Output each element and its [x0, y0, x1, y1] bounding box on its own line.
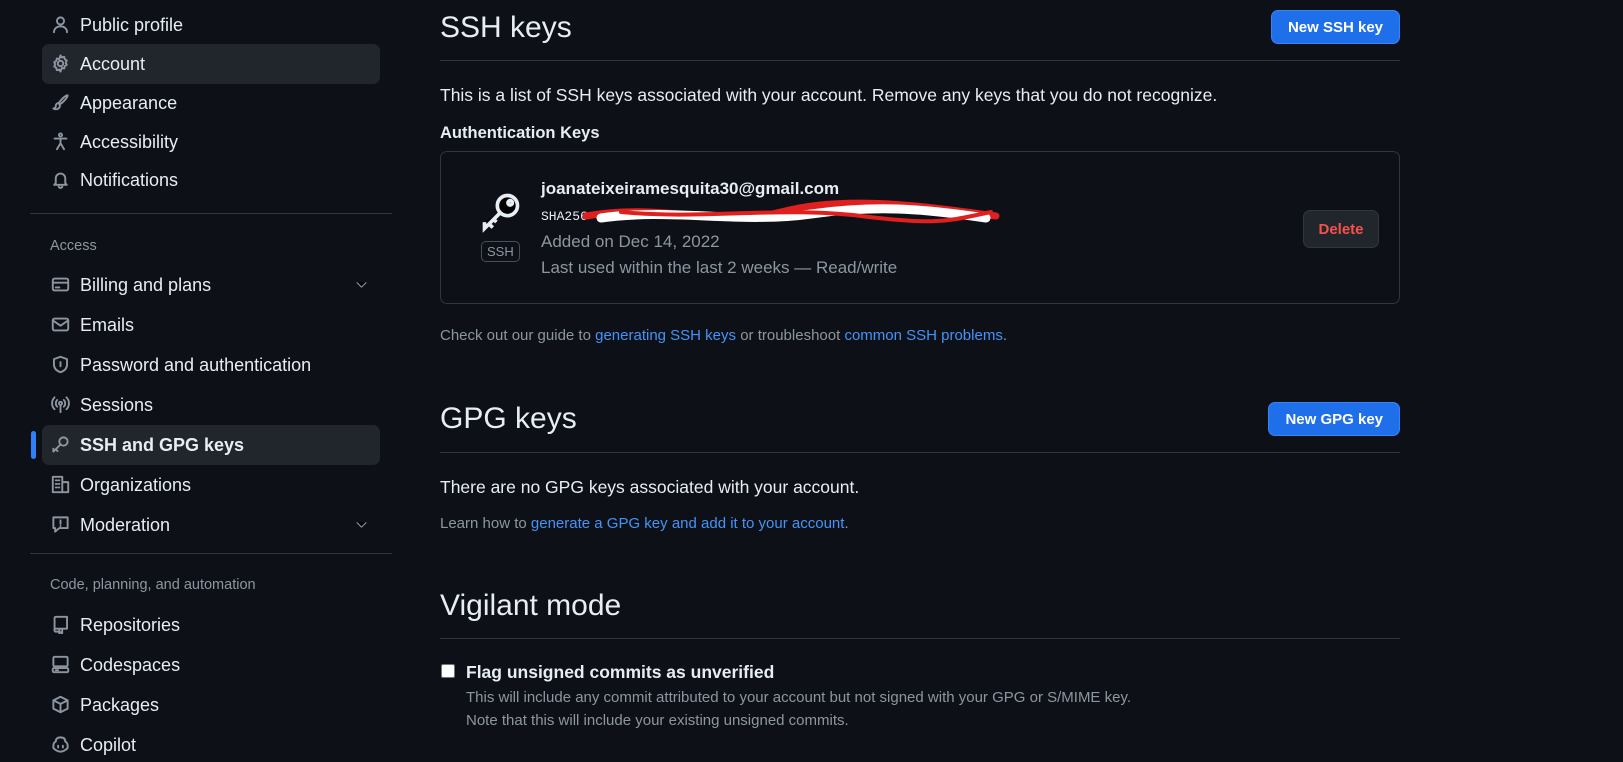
sidebar-item-accessibility[interactable]: Accessibility — [42, 122, 380, 162]
sidebar-item-billing[interactable]: Billing and plans — [42, 265, 380, 305]
ssh-key-added: Added on Dec 14, 2022 — [541, 232, 720, 251]
sidebar-item-emails[interactable]: Emails — [42, 305, 380, 345]
new-ssh-key-button[interactable]: New SSH key — [1270, 10, 1400, 44]
generate-gpg-key-link[interactable]: generate a GPG key and add it to your ac… — [531, 515, 845, 532]
sidebar-item-appearance[interactable]: Appearance — [42, 83, 380, 123]
sidebar-item-sessions[interactable]: Sessions — [42, 385, 380, 425]
sidebar-item-label: Sessions — [80, 395, 154, 415]
vigilant-desc-1: This will include any commit attributed … — [466, 689, 1132, 706]
sidebar-item-label: Accessibility — [80, 132, 179, 152]
sidebar-item-account[interactable]: Account — [42, 44, 380, 84]
ssh-guide-suffix: . — [1002, 327, 1007, 344]
ssh-key-item: SSH joanateixeiramesquita30@gmail.com SH… — [440, 151, 1400, 304]
flag-unsigned-checkbox[interactable] — [441, 664, 455, 678]
generating-ssh-keys-link[interactable]: generating SSH keys — [595, 327, 736, 344]
sidebar-item-label: Appearance — [80, 93, 178, 113]
sidebar-item-ssh-gpg-keys[interactable]: SSH and GPG keys — [42, 425, 380, 465]
gpg-learn-text: Learn how to generate a GPG key and add … — [440, 515, 849, 532]
paintbrush-icon — [51, 93, 70, 112]
vigilant-mode-heading: Vigilant mode — [440, 589, 622, 622]
active-indicator — [31, 431, 36, 459]
settings-main: SSH keys New SSH key This is a list of S… — [440, 0, 1402, 762]
sidebar-item-label: Public profile — [80, 15, 184, 35]
sidebar-item-label: Copilot — [80, 735, 137, 755]
gpg-learn-prefix: Learn how to — [440, 515, 531, 532]
ssh-guide-middle: or troubleshoot — [736, 327, 845, 344]
sidebar-item-label: Notifications — [80, 170, 179, 190]
gpg-empty-text: There are no GPG keys associated with yo… — [440, 477, 860, 497]
ssh-key-title: joanateixeiramesquita30@gmail.com — [541, 179, 840, 198]
ssh-keys-heading: SSH keys — [440, 11, 572, 44]
section-divider — [440, 452, 1400, 453]
sidebar-item-moderation[interactable]: Moderation — [42, 505, 380, 545]
sidebar-item-label: Billing and plans — [80, 275, 212, 295]
sidebar-section-code: Code, planning, and automation — [50, 577, 256, 593]
settings-sidebar: Public profile Account Appearance Access… — [30, 0, 392, 762]
ssh-guide-prefix: Check out our guide to — [440, 327, 596, 344]
sidebar-item-label: SSH and GPG keys — [80, 435, 245, 455]
broadcast-icon — [51, 395, 70, 414]
section-divider — [440, 60, 1400, 61]
gpg-keys-heading: GPG keys — [440, 402, 577, 435]
sidebar-item-notifications[interactable]: Notifications — [42, 160, 380, 200]
sidebar-item-label: Repositories — [80, 615, 181, 635]
codespaces-icon — [51, 655, 70, 674]
flag-unsigned-label[interactable]: Flag unsigned commits as unverified — [466, 662, 774, 683]
credit-card-icon — [51, 275, 70, 294]
sidebar-item-label: Emails — [80, 315, 135, 335]
report-icon — [51, 515, 70, 534]
chevron-down-icon[interactable] — [353, 516, 370, 533]
sidebar-item-organizations[interactable]: Organizations — [42, 465, 380, 505]
new-gpg-key-button[interactable]: New GPG key — [1268, 402, 1400, 436]
section-divider — [440, 638, 1400, 639]
sidebar-item-label: Packages — [80, 695, 160, 715]
mail-icon — [51, 315, 70, 334]
sidebar-item-repositories[interactable]: Repositories — [42, 605, 380, 645]
sidebar-item-password[interactable]: Password and authentication — [42, 345, 380, 385]
key-icon — [479, 190, 523, 234]
sidebar-item-codespaces[interactable]: Codespaces — [42, 645, 380, 685]
bell-icon — [51, 170, 70, 189]
repo-icon — [51, 615, 70, 634]
gpg-learn-suffix: . — [844, 515, 849, 532]
ssh-badge: SSH — [481, 241, 520, 262]
auth-keys-heading: Authentication Keys — [440, 124, 600, 142]
sidebar-item-label: Password and authentication — [80, 355, 312, 375]
sidebar-item-packages[interactable]: Packages — [42, 685, 380, 725]
ssh-description: This is a list of SSH keys associated wi… — [440, 85, 1218, 105]
person-icon — [51, 15, 70, 34]
sidebar-item-label: Organizations — [80, 475, 192, 495]
shield-lock-icon — [51, 355, 70, 374]
common-ssh-problems-link[interactable]: common SSH problems — [844, 327, 1002, 344]
sidebar-item-label: Account — [80, 54, 146, 74]
sidebar-item-label: Codespaces — [80, 655, 181, 675]
delete-ssh-key-button[interactable]: Delete — [1303, 210, 1379, 248]
sidebar-item-public-profile[interactable]: Public profile — [42, 5, 380, 45]
redaction-scribble — [582, 199, 1000, 224]
vigilant-desc-2: Note that this will include your existin… — [466, 712, 849, 729]
package-icon — [51, 695, 70, 714]
sidebar-divider — [30, 553, 392, 554]
gear-icon — [51, 54, 70, 73]
copilot-icon — [51, 735, 70, 754]
ssh-guide-text: Check out our guide to generating SSH ke… — [440, 327, 1007, 344]
chevron-down-icon[interactable] — [353, 276, 370, 293]
sidebar-divider — [30, 213, 392, 214]
sidebar-item-label: Moderation — [80, 515, 171, 535]
accessibility-icon — [51, 132, 70, 151]
sidebar-item-copilot[interactable]: Copilot — [42, 725, 380, 762]
sidebar-section-access: Access — [50, 238, 97, 254]
ssh-key-last-used: Last used within the last 2 weeks — Read… — [541, 258, 898, 277]
key-icon — [51, 435, 70, 454]
organization-icon — [51, 475, 70, 494]
